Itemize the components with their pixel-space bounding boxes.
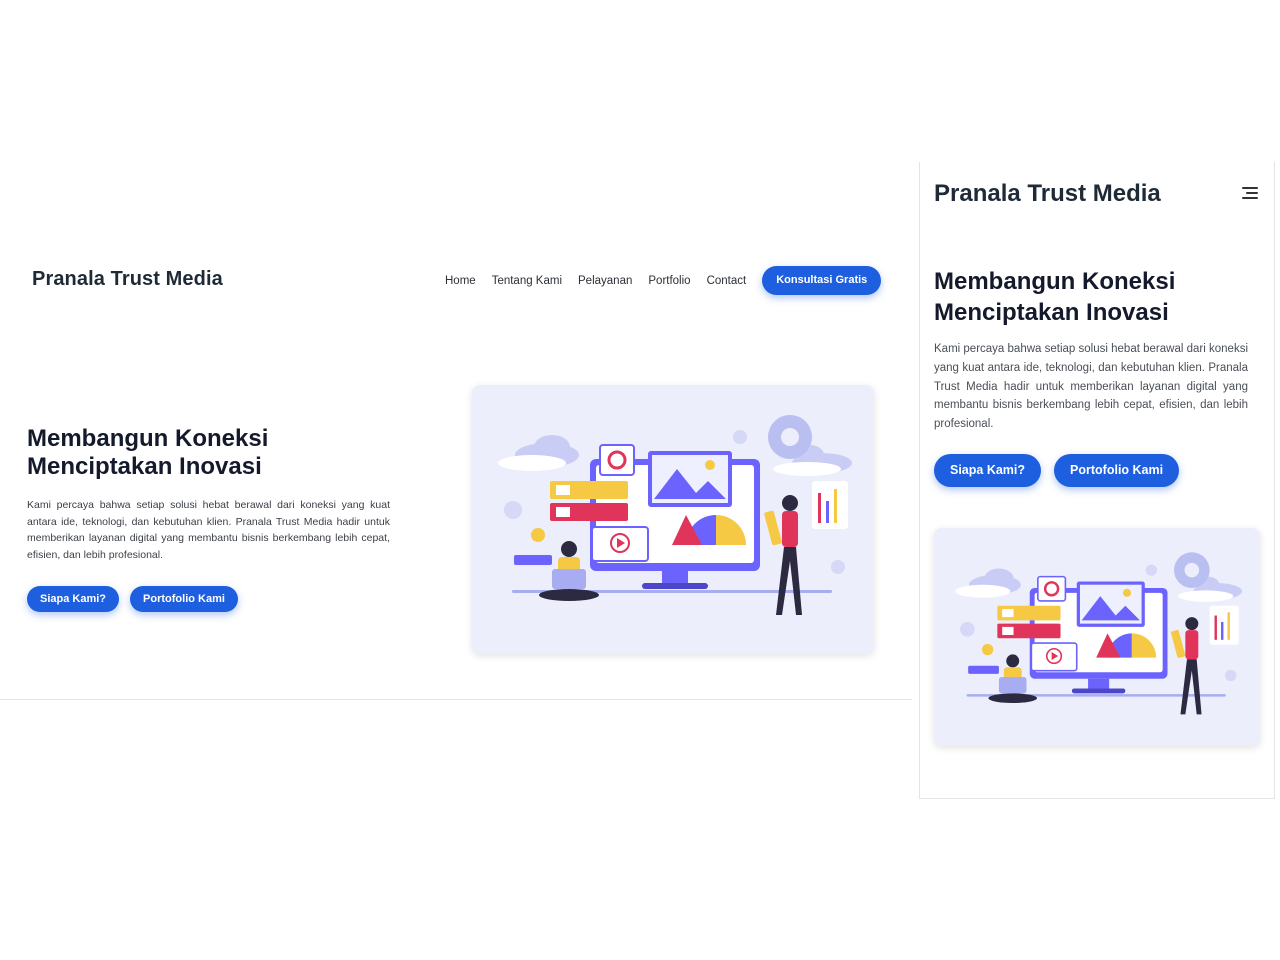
hero-title-line2: Menciptakan Inovasi [934, 299, 1169, 326]
hero-title-line1: Membangun Koneksi [27, 425, 269, 452]
hero-title: Membangun Koneksi Menciptakan Inovasi [27, 425, 268, 481]
hero-buttons: Siapa Kami? Portofolio Kami [27, 586, 249, 612]
hero-illustration-mobile [934, 528, 1260, 746]
hero-description: Kami percaya bahwa setiap solusi hebat b… [27, 499, 390, 561]
nav-portfolio[interactable]: Portfolio [648, 267, 690, 295]
hero-title-line1: Membangun Koneksi [934, 268, 1176, 295]
section-divider [0, 699, 912, 700]
nav-tentang-kami[interactable]: Tentang Kami [492, 267, 562, 295]
mobile-preview: Pranala Trust Media Membangun Koneksi Me… [919, 162, 1275, 799]
portofolio-kami-button[interactable]: Portofolio Kami [1054, 454, 1180, 487]
hero-description-mobile: Kami percaya bahwa setiap solusi hebat b… [934, 343, 1248, 431]
main-nav: Home Tentang Kami Pelayanan Portfolio Co… [445, 266, 882, 295]
nav-contact[interactable]: Contact [707, 267, 747, 295]
nav-home[interactable]: Home [445, 267, 476, 295]
brand-logo[interactable]: Pranala Trust Media [32, 268, 223, 291]
brand-logo-mobile[interactable]: Pranala Trust Media [934, 180, 1161, 208]
hero-buttons-mobile: Siapa Kami? Portofolio Kami [934, 454, 1192, 487]
siapa-kami-button[interactable]: Siapa Kami? [934, 454, 1042, 487]
digital-work-illustration [498, 415, 852, 615]
konsultasi-gratis-button[interactable]: Konsultasi Gratis [762, 266, 882, 295]
desktop-preview: Pranala Trust Media Home Tentang Kami Pe… [0, 240, 912, 702]
hamburger-menu-icon[interactable] [1242, 187, 1258, 201]
siapa-kami-button[interactable]: Siapa Kami? [27, 586, 120, 612]
hero-title-mobile: Membangun Koneksi Menciptakan Inovasi [934, 266, 1175, 328]
portofolio-kami-button[interactable]: Portofolio Kami [130, 586, 238, 612]
hero-title-line2: Menciptakan Inovasi [27, 453, 262, 480]
hero-illustration [472, 385, 874, 654]
digital-work-illustration [955, 552, 1243, 715]
nav-pelayanan[interactable]: Pelayanan [578, 267, 632, 295]
